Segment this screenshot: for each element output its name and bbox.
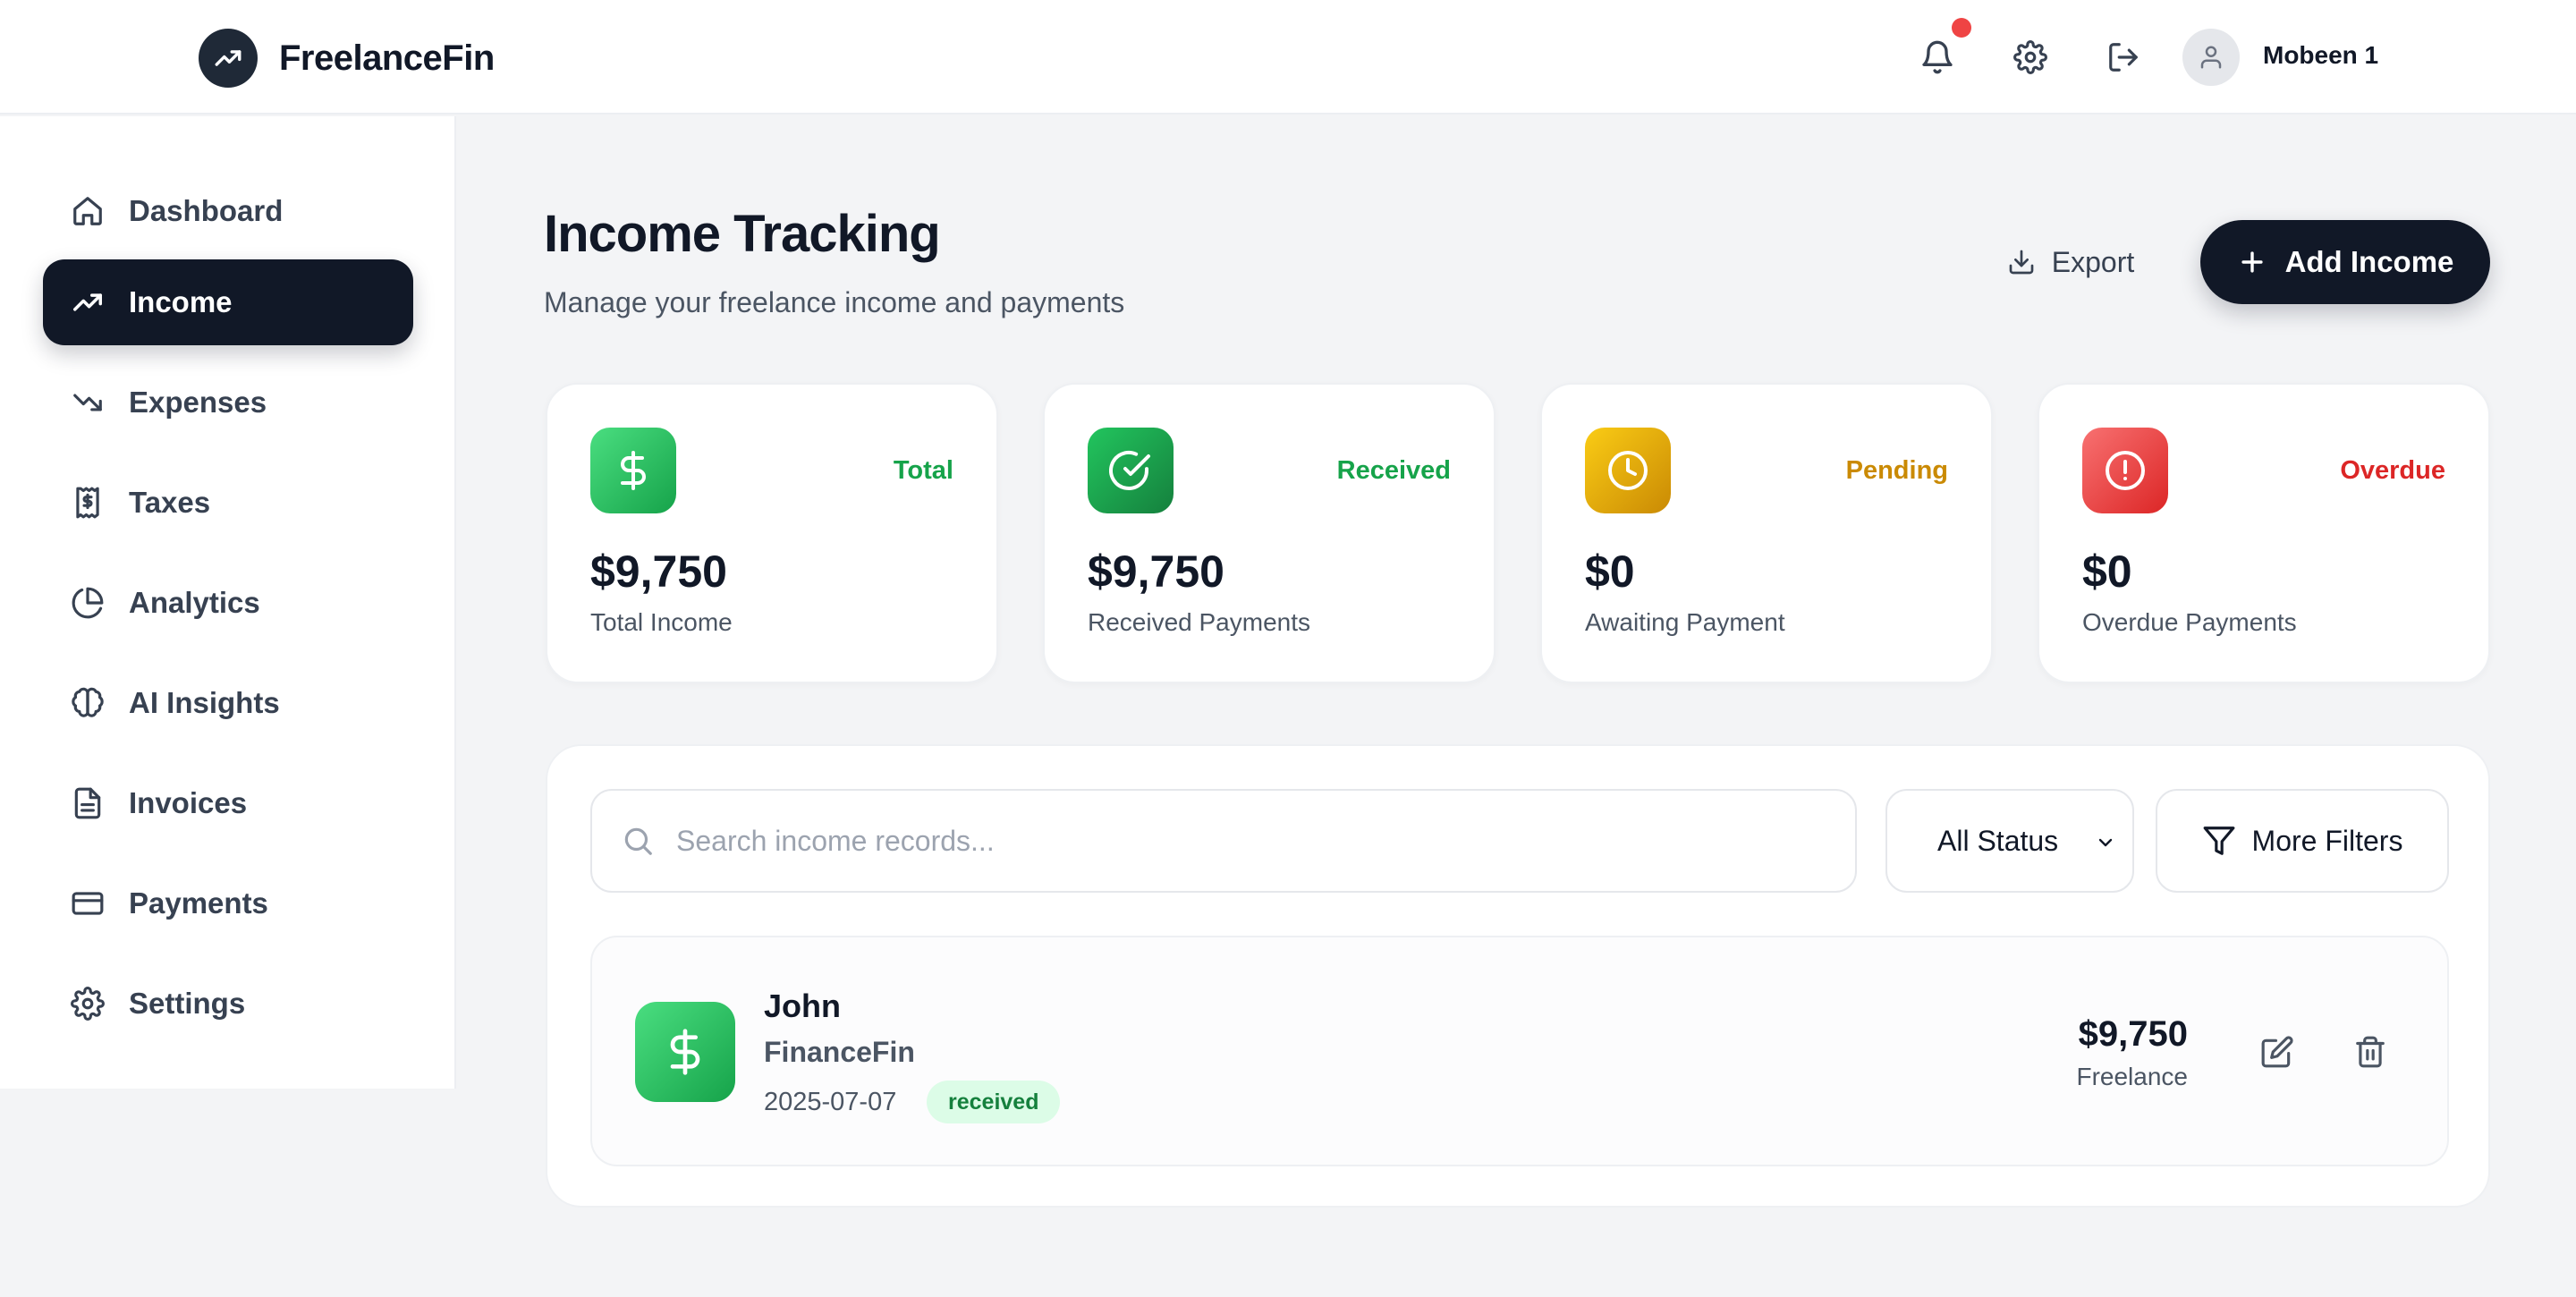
status-select[interactable]: All Status	[1885, 789, 2134, 893]
logout-icon	[2106, 40, 2140, 74]
stat-tag: Pending	[1845, 456, 1948, 485]
sidebar-item-settings[interactable]: Settings	[43, 961, 413, 1047]
settings-button[interactable]	[2004, 30, 2057, 84]
record-amount: $9,750	[2078, 1014, 2188, 1054]
search-icon	[621, 824, 655, 858]
stat-label: Total Income	[590, 608, 733, 636]
stat-card-overdue: Overdue $0 Overdue Payments	[2038, 383, 2490, 683]
user-name[interactable]: Mobeen 1	[2263, 41, 2378, 70]
search-box[interactable]	[590, 789, 1857, 893]
filter-icon	[2202, 824, 2236, 858]
trending-down-icon	[70, 385, 106, 420]
trash-icon	[2353, 1035, 2387, 1069]
more-filters-button[interactable]: More Filters	[2156, 789, 2449, 893]
sidebar-item-analytics[interactable]: Analytics	[43, 560, 413, 646]
status-badge: received	[927, 1081, 1061, 1123]
sidebar-item-income[interactable]: Income	[43, 259, 413, 345]
sidebar-item-taxes[interactable]: Taxes	[43, 460, 413, 546]
sidebar-item-label: AI Insights	[129, 686, 280, 719]
sidebar-item-label: Settings	[129, 987, 246, 1020]
sidebar: Dashboard Income Expenses Taxes Analytic…	[0, 116, 456, 1089]
app-name: FreelanceFin	[279, 38, 495, 78]
gear-icon	[70, 986, 106, 1021]
page-subtitle: Manage your freelance income and payment…	[544, 286, 1125, 318]
check-circle-icon	[1088, 428, 1174, 513]
sidebar-item-label: Analytics	[129, 586, 260, 619]
delete-button[interactable]	[2345, 1027, 2395, 1077]
stat-card-pending: Pending $0 Awaiting Payment	[1540, 383, 1993, 683]
edit-button[interactable]	[2252, 1027, 2302, 1077]
stat-tag: Received	[1336, 456, 1451, 485]
stat-label: Overdue Payments	[2082, 608, 2297, 636]
add-income-label: Add Income	[2284, 245, 2454, 278]
sidebar-item-ai-insights[interactable]: AI Insights	[43, 660, 413, 746]
status-select-value: All Status	[1937, 824, 2059, 857]
sidebar-item-label: Dashboard	[129, 194, 284, 227]
export-button[interactable]: Export	[1964, 220, 2177, 304]
stat-tag: Total	[893, 456, 953, 485]
plus-icon	[2237, 247, 2267, 277]
dollar-icon	[590, 428, 676, 513]
trending-up-icon	[70, 284, 106, 320]
page-title: Income Tracking	[544, 205, 941, 263]
record-company: FinanceFin	[764, 1036, 915, 1068]
stat-card-received: Received $9,750 Received Payments	[1043, 383, 1496, 683]
file-text-icon	[70, 785, 106, 821]
sidebar-item-label: Expenses	[129, 386, 267, 419]
sidebar-item-label: Payments	[129, 886, 268, 920]
search-input[interactable]	[676, 824, 1750, 858]
record-category: Freelance	[2076, 1063, 2188, 1090]
sidebar-item-label: Taxes	[129, 486, 211, 519]
stat-label: Received Payments	[1088, 608, 1311, 636]
record-date: 2025-07-07	[764, 1088, 897, 1116]
dollar-icon	[635, 1002, 735, 1102]
list-item[interactable]: John FinanceFin 2025-07-07 received $9,7…	[590, 936, 2449, 1166]
stat-value: $9,750	[1088, 547, 1224, 597]
download-icon	[2007, 248, 2036, 276]
sidebar-item-label: Invoices	[129, 786, 248, 819]
avatar[interactable]	[2182, 29, 2240, 86]
income-records-panel: All Status More Filters John FinanceFin …	[546, 744, 2490, 1208]
receipt-icon	[70, 485, 106, 521]
record-client-name: John	[764, 988, 841, 1024]
add-income-button[interactable]: Add Income	[2200, 220, 2490, 304]
alert-circle-icon	[2082, 428, 2168, 513]
pie-chart-icon	[70, 585, 106, 621]
stat-value: $9,750	[590, 547, 727, 597]
more-filters-label: More Filters	[2251, 824, 2403, 857]
chevron-down-icon	[2095, 832, 2116, 853]
edit-icon	[2260, 1035, 2294, 1069]
home-icon	[70, 193, 106, 229]
clock-icon	[1585, 428, 1671, 513]
credit-card-icon	[70, 886, 106, 921]
sidebar-item-label: Income	[129, 285, 233, 318]
brain-icon	[70, 685, 106, 721]
notifications-button[interactable]	[1911, 18, 1971, 84]
top-bar: FreelanceFin Mobeen 1	[0, 0, 2576, 114]
logout-button[interactable]	[2097, 30, 2150, 84]
sidebar-item-dashboard[interactable]: Dashboard	[43, 168, 413, 254]
export-label: Export	[2051, 245, 2135, 278]
stat-value: $0	[1585, 547, 1635, 597]
bell-icon	[1919, 39, 1955, 75]
stat-label: Awaiting Payment	[1585, 608, 1785, 636]
sidebar-item-expenses[interactable]: Expenses	[43, 360, 413, 445]
user-icon	[2198, 44, 2224, 71]
stat-card-total: Total $9,750 Total Income	[546, 383, 998, 683]
trending-up-icon	[199, 29, 258, 88]
notification-badge	[1952, 18, 1971, 38]
sidebar-item-payments[interactable]: Payments	[43, 860, 413, 946]
brand[interactable]: FreelanceFin	[199, 29, 495, 88]
sidebar-item-invoices[interactable]: Invoices	[43, 760, 413, 846]
stat-tag: Overdue	[2340, 456, 2445, 485]
gear-icon	[2013, 40, 2047, 74]
stat-value: $0	[2082, 547, 2132, 597]
